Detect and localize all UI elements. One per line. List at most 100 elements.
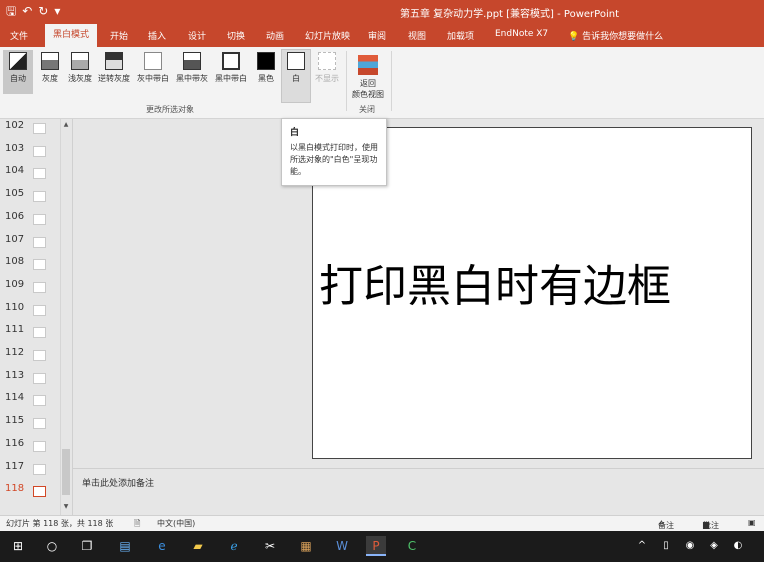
tooltip-body: 以黑白模式打印时，使用所选对象的"白色"呈现功能。 — [290, 143, 378, 176]
lightbulb-icon: 💡 — [568, 32, 580, 42]
black-with-white-fill-button[interactable]: 黑中带白 — [212, 50, 250, 94]
slide-number: 106 — [5, 210, 25, 222]
app-icon[interactable]: ▦ — [296, 536, 316, 556]
tab-design[interactable]: 设计 — [188, 29, 206, 42]
gray-with-white-fill-button[interactable]: 灰中带白 — [134, 50, 172, 94]
windows-taskbar: ⊞ ○ ❐ ▤ e ▰ ℯ ✂ ▦ W P C ^ ▯ ◉ ◈ ◐ — [0, 531, 764, 562]
light-grayscale-button[interactable]: 浅灰度 — [65, 50, 95, 94]
quick-access-toolbar: 🖫 ↶ ↻ ▾ — [6, 4, 60, 18]
app-icon[interactable]: C — [402, 536, 422, 556]
notes-placeholder: 单击此处添加备注 — [82, 479, 155, 489]
slide-number: 103 — [5, 142, 25, 154]
battery-icon[interactable]: ▯ — [656, 536, 676, 556]
tab-view[interactable]: 视图 — [408, 29, 426, 42]
slide-thumbnail[interactable]: 107 — [0, 234, 60, 254]
slide-thumbnail[interactable]: 109 — [0, 279, 60, 299]
white-button[interactable]: 白 — [281, 49, 311, 103]
slide-thumbnail-icon — [33, 440, 46, 452]
slide-thumbnail-icon — [33, 145, 46, 157]
slide-thumbnail[interactable]: 108 — [0, 256, 60, 276]
white-icon — [287, 52, 305, 70]
auto-button[interactable]: 自动 — [3, 50, 33, 94]
slide-thumbnail-icon — [33, 213, 46, 225]
tab-endnote[interactable]: EndNote X7 — [495, 29, 548, 39]
search-icon[interactable]: ○ — [42, 536, 62, 556]
tab-slideshow[interactable]: 幻灯片放映 — [305, 29, 350, 42]
slide-thumbnail-icon — [33, 236, 46, 248]
slide-thumbnail[interactable]: 111 — [0, 324, 60, 344]
thumbnail-scrollbar[interactable]: ▲ ▼ — [60, 119, 71, 515]
customize-qat-icon[interactable]: ▾ — [54, 4, 60, 18]
tell-me-search[interactable]: 💡 告诉我你想要做什么 — [568, 29, 663, 42]
app-icon[interactable]: ✂ — [260, 536, 280, 556]
redo-icon[interactable]: ↻ — [38, 4, 48, 18]
slide-number: 114 — [5, 392, 25, 404]
tab-addins[interactable]: 加载项 — [447, 29, 474, 42]
notes-pane[interactable]: 单击此处添加备注 — [73, 468, 764, 516]
slide-thumbnail[interactable]: 112 — [0, 347, 60, 367]
normal-view-icon[interactable]: ▣ — [748, 518, 756, 527]
return-to-color-view-icon — [358, 55, 378, 75]
slide-editing-area: 打印黑白时有边框 — [73, 119, 764, 468]
inverse-grayscale-button[interactable]: 逆转灰度 — [96, 50, 132, 94]
save-icon[interactable]: 🖫 — [6, 4, 16, 18]
title-bar: 🖫 ↶ ↻ ▾ 第五章 复杂动力学.ppt [兼容模式] - PowerPoin… — [0, 0, 764, 24]
file-explorer-icon[interactable]: ▰ — [188, 536, 208, 556]
slide-number: 116 — [5, 437, 25, 449]
tab-black-white[interactable]: 黑白模式 — [45, 24, 98, 47]
tab-animations[interactable]: 动画 — [266, 29, 284, 42]
slide-thumbnail[interactable]: 105 — [0, 188, 60, 208]
black-with-grayscale-fill-button[interactable]: 黑中带灰 — [173, 50, 211, 94]
chevron-up-icon[interactable]: ^ — [632, 536, 652, 556]
app-icon[interactable]: ▤ — [115, 536, 135, 556]
tab-insert[interactable]: 插入 — [148, 29, 166, 42]
slide-thumbnail-icon — [33, 418, 46, 430]
slide-number: 105 — [5, 188, 25, 200]
tray-icon[interactable]: ◈ — [704, 536, 724, 556]
slide-thumbnail[interactable]: 117 — [0, 461, 60, 481]
word-icon[interactable]: W — [332, 536, 352, 556]
slide-thumbnail[interactable]: 113 — [0, 370, 60, 390]
scroll-up-icon[interactable]: ▲ — [62, 121, 70, 129]
slide-thumbnail[interactable]: 116 — [0, 438, 60, 458]
tooltip-title: 白 — [290, 128, 300, 138]
language-status[interactable]: 中文(中国) — [157, 518, 195, 529]
tab-home[interactable]: 开始 — [110, 29, 128, 42]
powerpoint-icon[interactable]: P — [366, 536, 386, 556]
edge-browser-icon[interactable]: e — [152, 536, 172, 556]
slide-thumbnail[interactable]: 104 — [0, 165, 60, 185]
scroll-thumb[interactable] — [62, 449, 70, 495]
window-title: 第五章 复杂动力学.ppt [兼容模式] - PowerPoint — [400, 9, 619, 20]
slide-thumbnail[interactable]: 106 — [0, 211, 60, 231]
slide-text-box[interactable]: 打印黑白时有边框 — [319, 261, 749, 313]
black-button[interactable]: 黑色 — [253, 50, 279, 94]
slide-thumbnail[interactable]: 110 — [0, 302, 60, 322]
task-view-icon[interactable]: ❐ — [77, 536, 97, 556]
slide-number: 102 — [5, 120, 25, 131]
slide-thumbnail[interactable]: 102 — [0, 120, 60, 140]
slide-thumbnail[interactable]: 114 — [0, 392, 60, 412]
slide-number: 108 — [5, 256, 25, 268]
return-to-color-view-button[interactable]: 返回 颜色视图 — [349, 53, 387, 99]
spellcheck-icon[interactable]: 🗎 — [134, 518, 140, 532]
windows-start-icon[interactable]: ⊞ — [8, 536, 28, 556]
tab-transitions[interactable]: 切换 — [227, 29, 245, 42]
dont-show-button[interactable]: 不显示 — [312, 50, 342, 94]
slide-thumbnail[interactable]: 115 — [0, 415, 60, 435]
slide-thumbnail-icon — [33, 395, 46, 407]
undo-icon[interactable]: ↶ — [22, 4, 32, 18]
tab-review[interactable]: 审阅 — [368, 29, 386, 42]
scroll-down-icon[interactable]: ▼ — [62, 503, 70, 511]
slide-number: 113 — [5, 369, 25, 381]
tray-icon[interactable]: ◐ — [728, 536, 748, 556]
slide-thumbnail-icon — [33, 281, 46, 293]
change-selected-object-group-label: 更改所选对象 — [146, 105, 194, 114]
tab-file[interactable]: 文件 — [10, 29, 28, 42]
tray-icon[interactable]: ◉ — [680, 536, 700, 556]
slide-thumbnail-pane: 102 103 104 105 106 107 108 109 110 111 112 113 114 1… — [0, 119, 73, 515]
slide-thumbnail[interactable]: 103 — [0, 143, 60, 163]
slide-thumbnail[interactable]: 118 — [0, 483, 60, 503]
internet-explorer-icon[interactable]: ℯ — [224, 536, 244, 556]
slide-thumbnail-icon — [33, 168, 46, 180]
grayscale-button[interactable]: 灰度 — [37, 50, 63, 94]
